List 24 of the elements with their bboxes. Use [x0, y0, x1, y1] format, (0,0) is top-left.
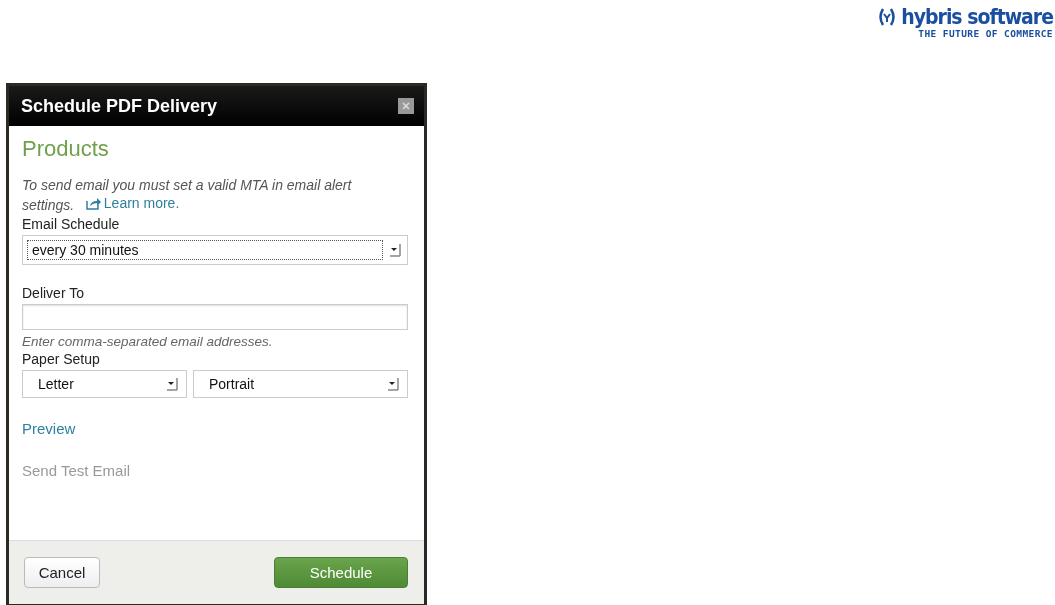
paper-select[interactable]: Portrait: [193, 369, 408, 398]
logo-icon: [877, 7, 898, 27]
brand-tagline: THE FUTURE OF COMMERCE: [918, 28, 1053, 39]
field-label: Paper Setup: [22, 350, 101, 367]
dialog-title: Schedule PDF Delivery: [21, 95, 218, 117]
field-label: Email Schedule: [22, 215, 121, 232]
deliver-to-field[interactable]: [22, 303, 408, 330]
schedule-button[interactable]: Schedule: [274, 557, 408, 588]
paper-select[interactable]: Letter: [22, 369, 187, 398]
schedule-select[interactable]: every 30 minutes: [22, 234, 408, 265]
help-text: Enter comma-separated email addresses.: [22, 333, 274, 349]
dropdown-arrow-icon: [387, 376, 399, 391]
brand-name: hybris software: [901, 6, 1053, 28]
close-button[interactable]: [398, 98, 414, 114]
field-label: Deliver To: [22, 284, 85, 301]
dropdown-arrow-icon: [166, 376, 178, 391]
external-link-icon: [85, 196, 102, 210]
close-icon: [402, 102, 410, 110]
section-heading: Products: [22, 136, 110, 162]
preview-link[interactable]: Preview: [22, 419, 76, 437]
notice-text: To send email you must set a valid MTA in email alert settings. Learn more.: [22, 176, 353, 214]
dropdown-arrow-icon: [389, 242, 401, 257]
learn-more-link[interactable]: Learn more.: [85, 194, 180, 212]
cancel-button[interactable]: Cancel: [24, 557, 100, 588]
